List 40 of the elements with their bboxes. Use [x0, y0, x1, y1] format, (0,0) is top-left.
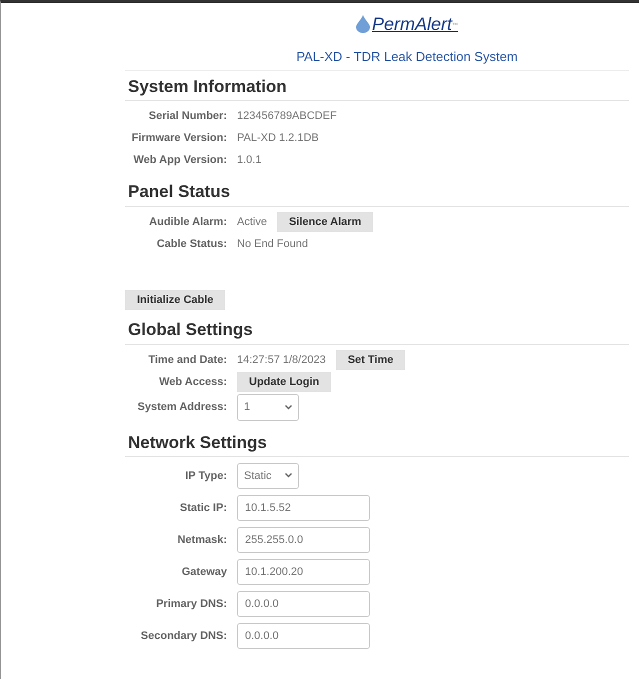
section-heading: Network Settings	[125, 430, 629, 458]
input-field[interactable]: 255.255.0.0	[237, 526, 370, 553]
dropdown[interactable]: 1	[237, 394, 299, 421]
dropdown[interactable]: Static	[237, 462, 299, 489]
field-value: Active	[237, 214, 267, 230]
input-field[interactable]: 0.0.0.0	[237, 590, 370, 617]
field-label: IP Type:	[184, 468, 227, 484]
field-label: Primary DNS:	[155, 596, 227, 612]
field-value: 14:27:57 1/8/2023	[237, 352, 326, 368]
logo: PermAlert$^{™}$	[372, 15, 458, 33]
field-value: 123456789ABCDEF	[237, 109, 337, 124]
drop-icon	[356, 15, 370, 33]
chevron-icon	[285, 405, 292, 410]
page-subtitle: PAL-XD - TDR Leak Detection System	[295, 48, 519, 66]
field-label: Serial Number:	[148, 109, 227, 124]
field-label: Time and Date:	[147, 352, 227, 368]
section-heading: System Information	[125, 75, 629, 102]
section-heading: Global Settings	[125, 318, 629, 345]
field-value: No End Found	[237, 236, 308, 252]
field-label: Gateway	[180, 564, 227, 580]
field-value: PAL-XD 1.2.1DB	[237, 131, 319, 146]
field-label: Cable Status:	[156, 236, 227, 252]
field-label: System Address:	[136, 400, 227, 416]
action-button[interactable]: Set Time	[336, 350, 406, 370]
chevron-icon	[285, 473, 292, 478]
field-label: Netmask:	[176, 532, 227, 548]
section-heading: Panel Status	[125, 180, 629, 207]
field-label: Web Access:	[158, 374, 227, 390]
input-field[interactable]: 10.1.200.20	[237, 558, 370, 585]
input-field[interactable]: 0.0.0.0	[237, 622, 370, 649]
input-field[interactable]: 10.1.5.52	[237, 494, 370, 521]
action-button[interactable]: Silence Alarm	[276, 212, 374, 232]
field-label: Web App Version:	[132, 153, 227, 168]
field-label: Firmware Version:	[130, 131, 227, 146]
field-label: Static IP:	[178, 500, 227, 516]
field-label: Secondary DNS:	[140, 628, 227, 644]
action-button[interactable]: Initialize Cable	[125, 290, 226, 310]
action-button[interactable]: Update Login	[237, 372, 332, 392]
field-label: Audible Alarm:	[148, 214, 227, 230]
field-value: 1.0.1	[237, 153, 262, 168]
